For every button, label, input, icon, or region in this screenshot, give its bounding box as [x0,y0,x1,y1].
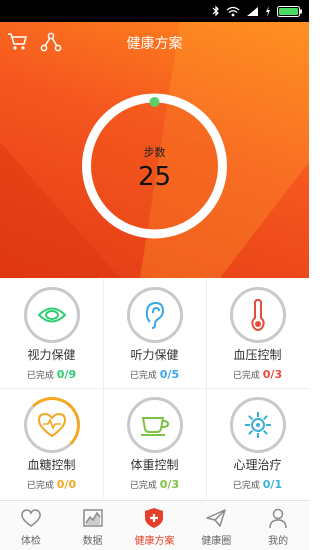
step-progress-ring [82,93,227,239]
steps-label: 步数 [143,146,166,159]
plan-icon-circle [127,397,183,453]
sun-icon [245,412,271,438]
thermometer-icon [251,299,265,331]
steps-value: 25 [137,162,172,192]
tab-health-circle[interactable]: 健康圈 [185,501,247,550]
plan-name: 血糖控制 [27,458,76,472]
plans-grid: 视力保健 已完成 0/9 听力保健 已完成 0/5 血压控制 已完成 0/3 血… [0,278,309,500]
plan-icon-circle [24,287,80,343]
plan-icon-circle [24,397,80,453]
heart-pulse-icon [37,412,67,438]
shield-plus-icon [145,508,164,528]
plan-progress: 已完成 0/3 [232,368,283,381]
tab-label: 健康圈 [201,536,232,547]
plan-name: 血压控制 [233,348,282,362]
eye-icon [37,307,67,323]
plan-name: 视力保健 [27,348,76,362]
plan-progress: 已完成 0/1 [232,478,283,491]
plan-icon-circle [230,287,286,343]
plan-progress: 已完成 0/3 [129,478,180,491]
plan-progress: 已完成 0/5 [129,368,180,381]
plan-hearing[interactable]: 听力保健 已完成 0/5 [103,278,206,388]
tab-label: 数据 [82,536,103,547]
tab-data[interactable]: 数据 [62,501,124,550]
tab-health-plan[interactable]: 健康方案 [124,501,186,550]
tab-label: 我的 [268,536,289,547]
plan-name: 听力保健 [130,348,179,362]
plan-blood-sugar[interactable]: 血糖控制 已完成 0/0 [0,388,103,498]
plan-blood-pressure[interactable]: 血压控制 已完成 0/3 [206,278,309,388]
plan-weight[interactable]: 体重控制 已完成 0/3 [103,388,206,498]
tab-label: 体检 [20,536,41,547]
plan-icon-circle [230,397,286,453]
tab-mine[interactable]: 我的 [247,501,309,550]
bottom-tab-bar: 体检 数据 健康方案 健康圈 我的 [0,500,309,550]
paper-plane-icon [206,509,227,527]
plan-vision[interactable]: 视力保健 已完成 0/9 [0,278,103,388]
ring-progress-dot [149,97,160,107]
cup-icon [141,417,170,436]
plan-progress: 已完成 0/0 [26,478,77,491]
plan-progress: 已完成 0/9 [26,368,77,381]
plan-icon-circle [127,287,183,343]
plan-name: 体重控制 [130,458,179,472]
tab-label: 健康方案 [134,536,175,547]
person-icon [269,508,287,529]
tab-checkup[interactable]: 体检 [0,501,62,550]
plan-psychotherapy[interactable]: 心理治疗 已完成 0/1 [206,388,309,498]
plan-name: 心理治疗 [233,458,282,472]
heart-outline-icon [21,509,41,527]
chart-icon [82,509,103,527]
ear-icon [145,301,165,329]
